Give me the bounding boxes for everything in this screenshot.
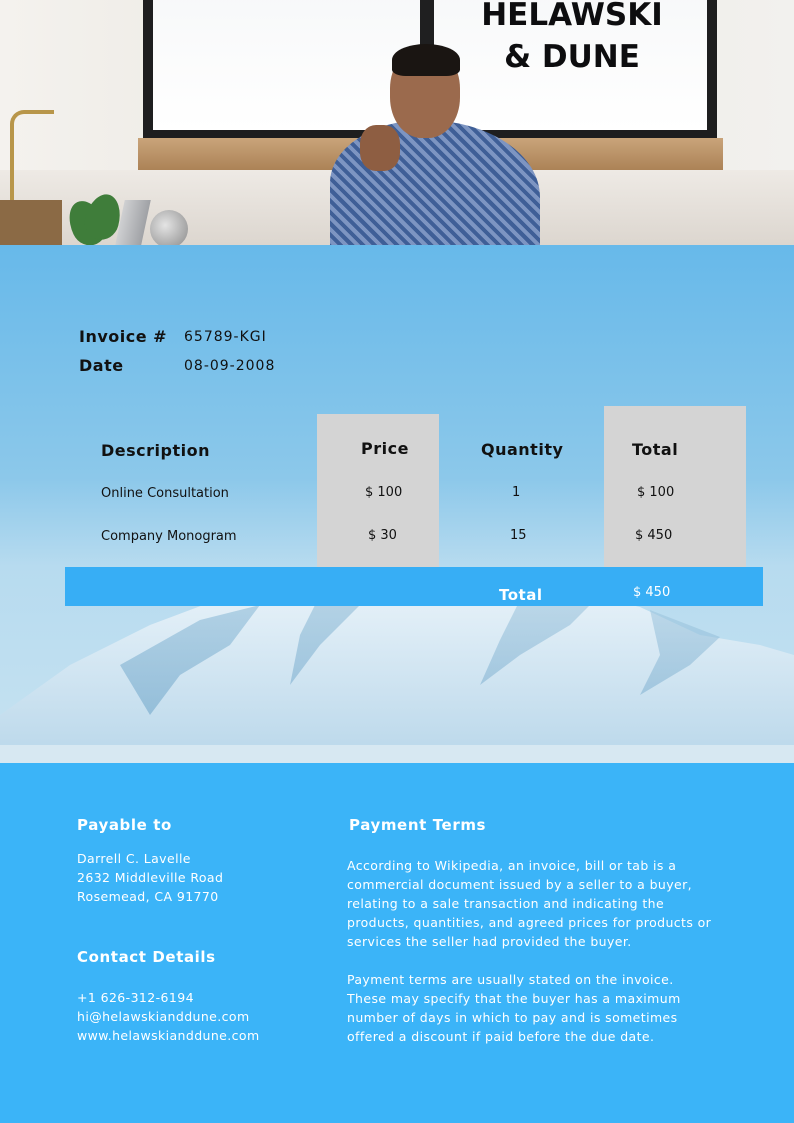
invoice-date-row: Date 08-09-2008: [79, 351, 275, 380]
row-1-quantity: 1: [512, 485, 521, 500]
invoice-number-row: Invoice # 65789-KGI: [79, 322, 275, 351]
contact-phone[interactable]: +1 626-312-6194: [77, 988, 260, 1007]
brand-line-2: & DUNE: [504, 39, 640, 75]
column-header-quantity: Quantity: [481, 440, 564, 459]
grand-total-label: Total: [499, 586, 543, 604]
brand-line-1: HELAWSKI: [481, 0, 663, 33]
payable-heading: Payable to: [77, 816, 172, 834]
invoice-number-value: 65789-KGI: [184, 328, 267, 345]
row-2-price: $ 30: [368, 528, 397, 543]
terms-paragraph-1: According to Wikipedia, an invoice, bill…: [347, 858, 712, 949]
total-column-background: [604, 406, 746, 567]
invoice-number-label: Invoice #: [79, 327, 168, 346]
column-header-total: Total: [632, 440, 679, 459]
grand-total-value: $ 450: [633, 585, 671, 600]
contact-details: +1 626-312-6194 hi@helawskianddune.com w…: [77, 988, 260, 1045]
column-header-description: Description: [101, 441, 210, 460]
invoice-meta: Invoice # 65789-KGI Date 08-09-2008: [79, 322, 275, 380]
contact-website[interactable]: www.helawskianddune.com: [77, 1026, 260, 1045]
terms-body: According to Wikipedia, an invoice, bill…: [347, 856, 715, 1046]
payable-street: 2632 Middleville Road: [77, 870, 224, 885]
invoice-date-value: 08-09-2008: [184, 357, 276, 374]
person-hand: [360, 125, 400, 171]
contact-email[interactable]: hi@helawskianddune.com: [77, 1007, 260, 1026]
payable-name: Darrell C. Lavelle: [77, 851, 191, 866]
row-2-description: Company Monogram: [101, 529, 237, 544]
invoice-date-label: Date: [79, 356, 124, 375]
footer: Payable to Darrell C. Lavelle 2632 Middl…: [0, 763, 794, 1123]
terms-heading: Payment Terms: [349, 816, 487, 834]
row-1-description: Online Consultation: [101, 486, 229, 501]
globe-icon: [150, 210, 188, 245]
row-2-total: $ 450: [635, 528, 673, 543]
payable-city: Rosemead, CA 91770: [77, 889, 219, 904]
row-2-quantity: 15: [510, 528, 527, 543]
payable-address: Darrell C. Lavelle 2632 Middleville Road…: [77, 849, 223, 906]
row-1-total: $ 100: [637, 485, 675, 500]
row-1-price: $ 100: [365, 485, 403, 500]
plant-pot: [0, 200, 62, 245]
contact-heading: Contact Details: [77, 948, 216, 966]
terms-paragraph-2: Payment terms are usually stated on the …: [347, 972, 681, 1044]
person-hair: [392, 44, 460, 76]
brand-title: HELAWSKI & DUNE: [460, 0, 684, 78]
column-header-price: Price: [361, 439, 409, 458]
